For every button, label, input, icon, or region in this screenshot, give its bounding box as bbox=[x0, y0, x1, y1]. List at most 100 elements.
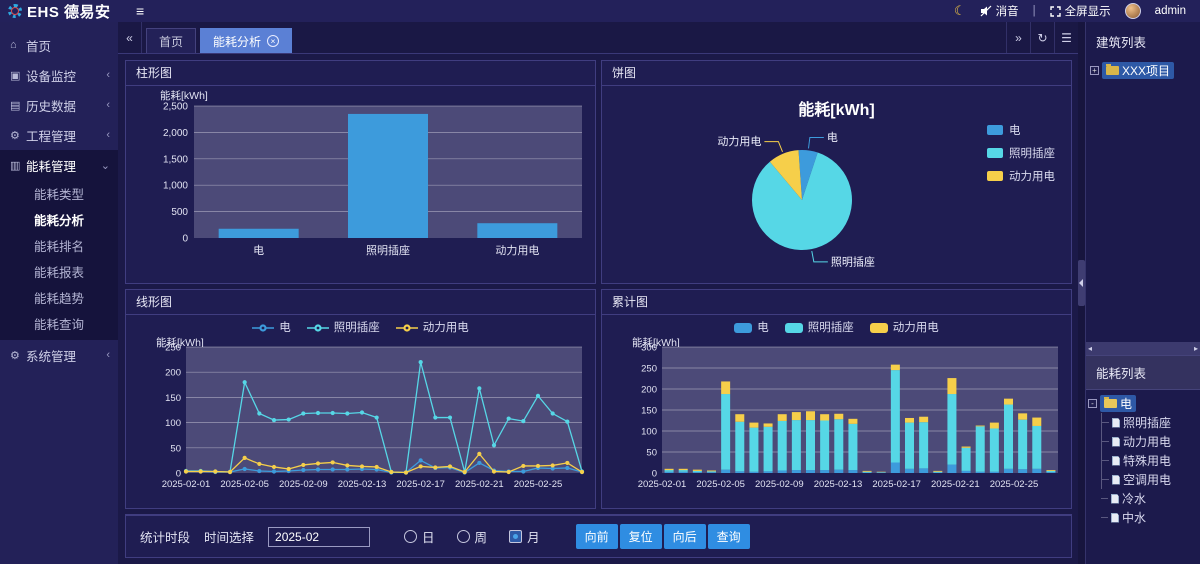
sidebar-item-1[interactable]: ▣设备监控‹ bbox=[0, 60, 118, 90]
stack-bar-3-s0 bbox=[707, 472, 716, 473]
sidebar-item-5[interactable]: ⚙系统管理‹ bbox=[0, 340, 118, 370]
query-toolbar: 统计时段 时间选择 日周月 向前复位向后查询 bbox=[125, 514, 1072, 558]
stack-bar-14-s2 bbox=[862, 471, 871, 472]
toolbar-button-0[interactable]: 向前 bbox=[576, 524, 618, 549]
stack-bar-22-s2 bbox=[975, 426, 984, 427]
legend-item-1[interactable]: 照明插座 bbox=[307, 319, 380, 335]
stack-bar-26-s0 bbox=[1032, 469, 1041, 473]
expander-icon[interactable]: - bbox=[1088, 399, 1097, 408]
tab-1[interactable]: 能耗分析× bbox=[200, 28, 292, 53]
stack-bar-9-s2 bbox=[791, 412, 800, 420]
tab-refresh-button[interactable]: ↻ bbox=[1030, 22, 1054, 53]
stack-chart-panel-title: 累计图 bbox=[602, 290, 1071, 315]
energy-tree-node-0[interactable]: 照明插座 bbox=[1102, 413, 1198, 432]
radio-circle[interactable] bbox=[404, 530, 417, 543]
toolbar-button-1[interactable]: 复位 bbox=[620, 524, 662, 549]
sidebar-item-0[interactable]: ⌂首页 bbox=[0, 30, 118, 60]
sidebar-subitem-2[interactable]: 能耗排名 bbox=[0, 232, 118, 258]
legend-item-0[interactable]: 电 bbox=[987, 122, 1055, 138]
tab-0[interactable]: 首页 bbox=[146, 28, 196, 53]
svg-text:200: 200 bbox=[641, 385, 657, 396]
svg-text:2025-02-25: 2025-02-25 bbox=[989, 479, 1038, 490]
energy-tree-sibling-1[interactable]: 中水 bbox=[1101, 508, 1198, 527]
brand-logo-text: EHS 德易安 bbox=[27, 1, 111, 22]
radio-0[interactable]: 日 bbox=[404, 527, 435, 546]
sidebar-item-2[interactable]: ▤历史数据‹ bbox=[0, 90, 118, 120]
tab-close-icon[interactable]: × bbox=[267, 35, 279, 47]
svg-text:200: 200 bbox=[165, 368, 181, 379]
energy-tree-node-1[interactable]: 动力用电 bbox=[1102, 432, 1198, 451]
stack-bar-27-s1 bbox=[1046, 471, 1055, 472]
legend-item-0[interactable]: 电 bbox=[734, 319, 769, 335]
dashboard-grid: 柱形图 能耗[kWh]05001,0001,5002,0002,500电照明插座… bbox=[118, 54, 1078, 564]
mute-label: 消音 bbox=[996, 3, 1019, 19]
scrollbar-left-icon[interactable]: ◂ bbox=[1088, 344, 1092, 353]
scrollbar-right-icon[interactable]: ▸ bbox=[1194, 344, 1198, 353]
svg-text:0: 0 bbox=[182, 234, 188, 245]
sidebar-item-4[interactable]: ▥能耗管理⌄ bbox=[0, 150, 118, 180]
top-header: EHS 德易安 ≡ ☾ 消音 | 全屏显示 admin bbox=[0, 0, 1200, 22]
stack-bar-17-s0 bbox=[905, 469, 914, 473]
tab-options-button[interactable]: ☰ bbox=[1054, 22, 1078, 53]
legend-item-0[interactable]: 电 bbox=[252, 319, 291, 335]
stack-legend: 电照明插座动力用电 bbox=[602, 315, 1071, 335]
legend-item-2[interactable]: 动力用电 bbox=[987, 168, 1055, 184]
legend-item-1[interactable]: 照明插座 bbox=[785, 319, 854, 335]
legend-item-2[interactable]: 动力用电 bbox=[396, 319, 469, 335]
toolbar-button-3[interactable]: 查询 bbox=[708, 524, 750, 549]
tree-node-selected[interactable]: XXX项目 bbox=[1102, 62, 1174, 79]
svg-text:2025-02-25: 2025-02-25 bbox=[513, 479, 562, 490]
mute-button[interactable]: 消音 bbox=[980, 3, 1019, 19]
sidebar-subitem-3[interactable]: 能耗报表 bbox=[0, 258, 118, 284]
pie-chart-panel: 饼图 能耗[kWh] 电照明插座动力用电 电照明插座动力用电 bbox=[601, 60, 1072, 284]
fullscreen-button[interactable]: 全屏显示 bbox=[1050, 3, 1111, 19]
energy-tree-sibling-0[interactable]: 冷水 bbox=[1101, 489, 1198, 508]
tree-horizontal-scrollbar[interactable]: ◂ ▸ bbox=[1086, 342, 1200, 355]
radio-label: 日 bbox=[422, 527, 435, 546]
line-chart-panel-title: 线形图 bbox=[126, 290, 595, 315]
stack-bar-24-s2 bbox=[1004, 399, 1013, 405]
building-tree-node[interactable]: +XXX项目 bbox=[1090, 61, 1196, 80]
stack-bar-18-s2 bbox=[919, 417, 928, 422]
stack-bar-25-s1 bbox=[1018, 420, 1027, 470]
file-icon bbox=[1112, 437, 1120, 447]
legend-item-1[interactable]: 照明插座 bbox=[987, 145, 1055, 161]
tree-node-label: 动力用电 bbox=[1123, 433, 1171, 450]
time-input[interactable] bbox=[268, 527, 370, 547]
toolbar-button-2[interactable]: 向后 bbox=[664, 524, 706, 549]
collapse-handle[interactable] bbox=[1078, 260, 1085, 306]
energy-tree-children: 照明插座动力用电特殊用电空调用电 bbox=[1101, 413, 1198, 489]
radio-circle[interactable] bbox=[509, 530, 522, 543]
sidebar-item-3[interactable]: ⚙工程管理‹ bbox=[0, 120, 118, 150]
sidebar-subitem-1[interactable]: 能耗分析 bbox=[0, 206, 118, 232]
energy-tree-node-3[interactable]: 空调用电 bbox=[1102, 470, 1198, 489]
theme-moon-icon[interactable]: ☾ bbox=[954, 3, 966, 19]
tabs-scroll-right-button[interactable]: » bbox=[1006, 22, 1030, 53]
radio-2[interactable]: 月 bbox=[509, 527, 540, 546]
sidebar-subitem-5[interactable]: 能耗查询 bbox=[0, 310, 118, 336]
legend-swatch bbox=[987, 148, 1003, 158]
radio-label: 月 bbox=[527, 527, 540, 546]
radio-1[interactable]: 周 bbox=[457, 527, 488, 546]
sidebar-subitem-0[interactable]: 能耗类型 bbox=[0, 180, 118, 206]
stack-bar-3-s2 bbox=[707, 470, 716, 471]
radio-circle[interactable] bbox=[457, 530, 470, 543]
menu-toggle-icon[interactable]: ≡ bbox=[136, 3, 144, 19]
stack-bar-6-s2 bbox=[749, 423, 758, 428]
stack-bar-11-s1 bbox=[820, 421, 829, 471]
legend-label: 动力用电 bbox=[423, 319, 469, 335]
avatar[interactable] bbox=[1125, 3, 1141, 19]
tabs-scroll-left-button[interactable]: « bbox=[118, 22, 142, 53]
stack-bar-10-s0 bbox=[806, 470, 815, 473]
tree-node-selected[interactable]: 电 bbox=[1100, 395, 1136, 412]
stack-bar-21-s1 bbox=[961, 448, 970, 471]
energy-tree-node-root[interactable]: -电 bbox=[1088, 394, 1198, 413]
energy-list-title: 能耗列表 bbox=[1086, 355, 1200, 390]
sidebar-subitem-4[interactable]: 能耗趋势 bbox=[0, 284, 118, 310]
stack-bar-7-s1 bbox=[763, 427, 772, 472]
energy-tree-node-2[interactable]: 特殊用电 bbox=[1102, 451, 1198, 470]
svg-text:1,000: 1,000 bbox=[162, 181, 187, 192]
expander-icon[interactable]: + bbox=[1090, 66, 1099, 75]
legend-item-2[interactable]: 动力用电 bbox=[870, 319, 939, 335]
stack-bar-19-s1 bbox=[933, 472, 942, 473]
